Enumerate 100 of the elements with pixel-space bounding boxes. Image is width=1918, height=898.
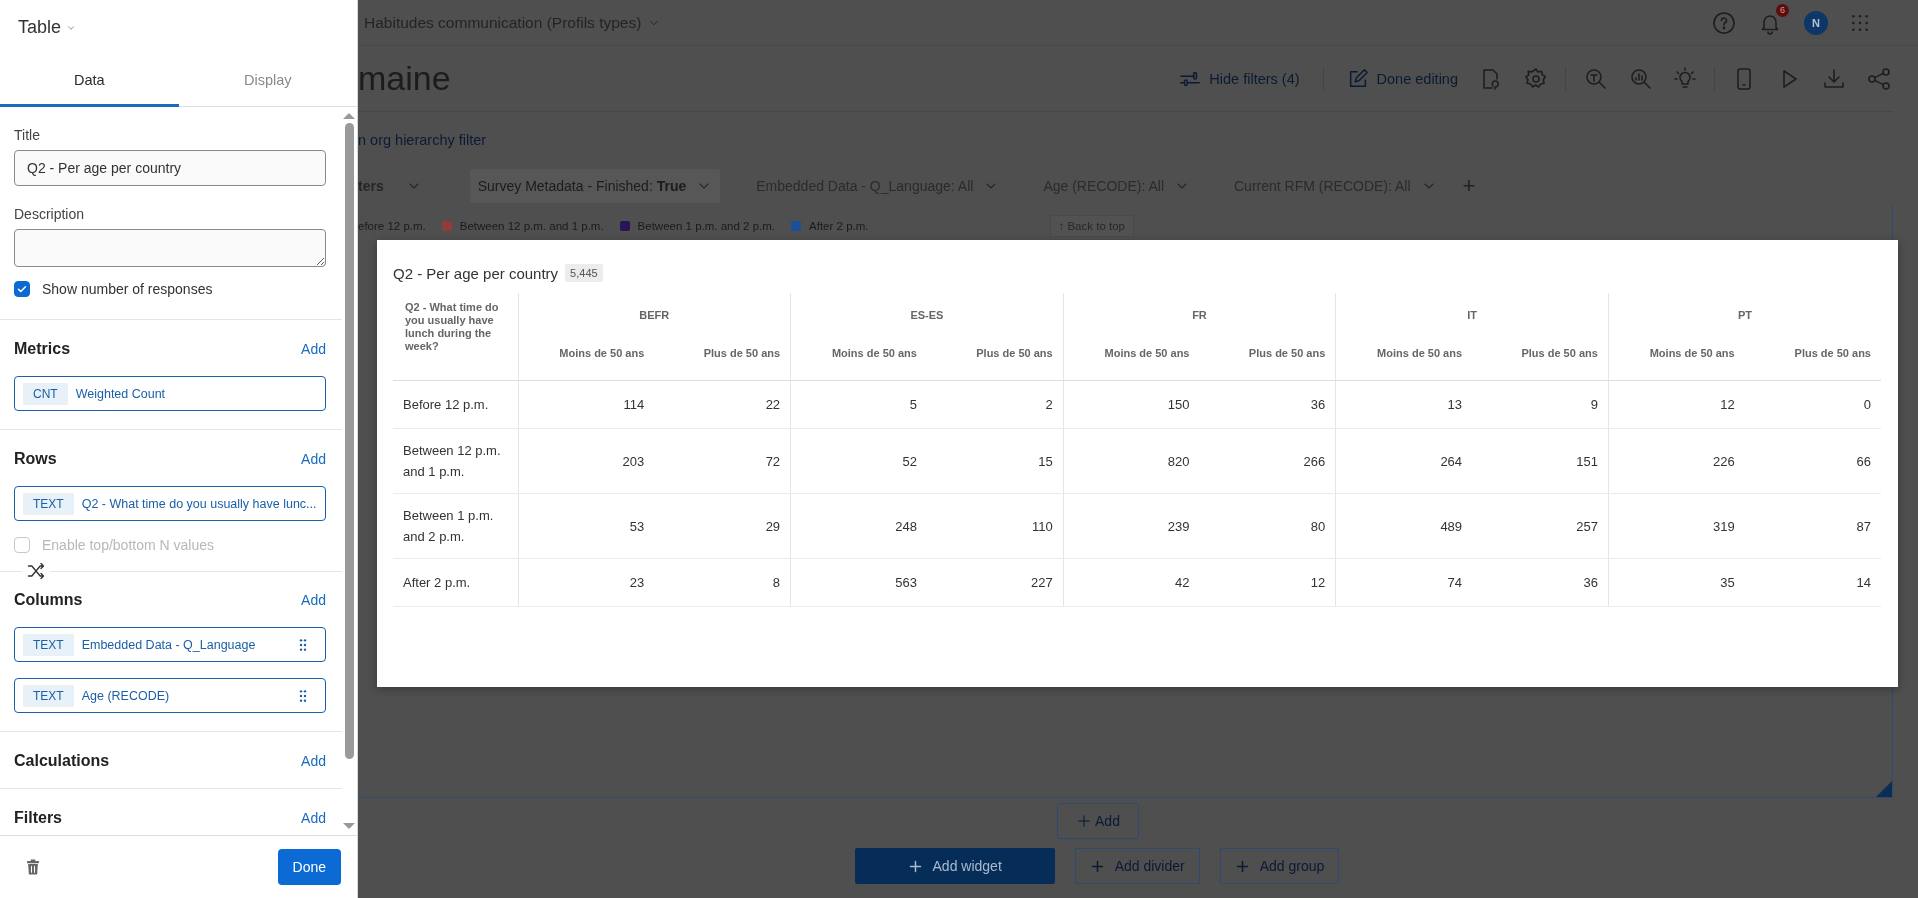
column-header: Plus de 50 ans [926,334,1064,381]
column-header: Moins de 50 ans [790,334,927,381]
response-count: 5,445 [565,264,603,282]
field-pill[interactable]: CNT Weighted Count [14,376,326,411]
column-header: Moins de 50 ans [1335,334,1473,381]
table-cell: 42 [1063,558,1200,607]
apps-grid-icon[interactable] [1850,12,1870,33]
trash-icon[interactable] [24,858,42,876]
table-cell: 239 [1063,493,1200,559]
plus-icon [907,858,923,874]
type-tag: TEXT [23,633,74,656]
table-cell: 9 [1472,380,1609,429]
settings-icon[interactable] [1524,66,1548,91]
field-pill[interactable]: TEXT Embedded Data - Q_Language [14,627,326,662]
table-cell: 80 [1199,493,1336,559]
add-link[interactable]: Add [301,451,326,467]
column-header: ES-ES [790,293,1064,334]
section-heading: Calculations [14,752,110,770]
lightbulb-icon[interactable] [1673,66,1697,91]
add-link[interactable]: Add [301,341,326,357]
avatar[interactable]: N [1804,10,1828,35]
table-cell: 13 [1335,380,1473,429]
scrollbar[interactable] [344,113,354,829]
table-cell: 22 [654,380,791,429]
table-cell: 257 [1472,493,1609,559]
field-pill[interactable]: TEXT Age (RECODE) [14,678,326,713]
table-cell: 53 [518,493,655,559]
column-header: PT [1608,293,1881,334]
column-header: Plus de 50 ans [1472,334,1609,381]
table-cell: 36 [1472,558,1609,607]
field-label: Description [14,206,86,222]
add-widget-button[interactable]: Add widget [854,848,1055,884]
field-name: Weighted Count [75,386,166,401]
checkbox-label: Enable top/bottom N values [42,537,214,553]
column-header: Plus de 50 ans [654,334,791,381]
title-field[interactable]: Q2 - Per age per country [14,150,326,186]
description-field[interactable] [14,229,326,267]
table-cell: 12 [1608,380,1745,429]
row-header: After 2 p.m. [393,558,518,607]
section-heading: Rows [14,450,57,468]
column-header: Moins de 50 ans [1063,334,1200,381]
table-cell: 35 [1608,558,1745,607]
table-cell: 151 [1472,428,1609,494]
table-cell: 114 [518,380,655,429]
tab[interactable]: Data [0,55,179,107]
table-cell: 489 [1335,493,1473,559]
add-link[interactable]: Add [301,753,326,769]
card-title: Q2 - Per age per country [393,264,559,282]
table-cell: 264 [1335,428,1473,494]
table-cell: 5 [790,380,927,429]
table-cell: 110 [926,493,1064,559]
chart-search-icon[interactable] [1628,66,1652,91]
row-header: Between 1 p.m. and 2 p.m. [393,493,518,559]
table-cell: 2 [926,380,1064,429]
done-button[interactable]: Done [277,849,341,885]
table-cell: 23 [518,558,655,607]
plus-icon [1076,813,1093,829]
field-pill[interactable]: TEXT Q2 - What time do you usually have lunc... [14,486,326,521]
table-cell: 87 [1744,493,1881,559]
notification-badge: 6 [1776,3,1789,17]
download-icon[interactable] [1822,66,1846,91]
checkbox[interactable] [14,281,30,297]
add-link[interactable]: Add [301,810,326,826]
table-cell: 227 [926,558,1064,607]
field-label: Title [14,127,41,143]
widget-type-dropdown[interactable]: Table [18,17,77,38]
column-header: Moins de 50 ans [1608,334,1745,381]
column-header: FR [1063,293,1336,334]
table-cell: 0 [1744,380,1881,429]
section-heading: Filters [14,809,62,827]
plus-icon [1234,858,1250,874]
table-cell: 74 [1335,558,1473,607]
plus-icon [1089,858,1105,874]
tab[interactable]: Display [178,55,357,107]
table-cell: 66 [1744,428,1881,494]
column-header: BEFR [518,293,791,334]
row-header: Before 12 p.m. [393,380,518,429]
table-cell: 563 [790,558,927,607]
table-cell: 150 [1063,380,1200,429]
table-cell: 72 [654,428,791,494]
table-cell: 15 [926,428,1064,494]
type-tag: TEXT [23,684,74,707]
section-heading: Columns [14,591,83,609]
table-cell: 12 [1199,558,1336,607]
add-link[interactable]: Add [301,592,326,608]
column-header: Plus de 50 ans [1744,334,1881,381]
resize-handle[interactable] [1876,781,1892,797]
text-search-icon[interactable] [1583,66,1607,91]
table-cell: 820 [1063,428,1200,494]
help-icon[interactable] [1712,10,1736,35]
field-name: Q2 - What time do you usually have lunc... [81,496,317,511]
table-cell: 319 [1608,493,1745,559]
share-icon[interactable] [1867,66,1891,91]
type-tag: CNT [23,382,68,405]
table-cell: 8 [654,558,791,607]
table-cell: 226 [1608,428,1745,494]
table-cell: 14 [1744,558,1881,607]
column-header: Q2 - What time do you usually have lunch during the week? [393,293,518,381]
type-tag: TEXT [23,492,74,515]
column-header: Moins de 50 ans [518,334,655,381]
